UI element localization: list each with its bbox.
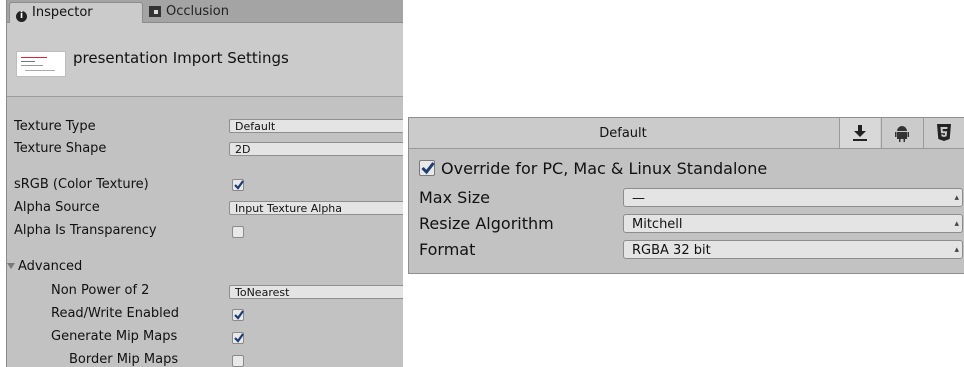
override-checkbox[interactable] bbox=[419, 160, 435, 176]
import-settings-header: presentation Import Settings bbox=[7, 23, 403, 97]
non-power-of-2-dropdown[interactable]: ToNearest bbox=[229, 285, 403, 299]
foldout-arrow-icon bbox=[7, 263, 15, 269]
inspector-tab-bar: i Inspector Occlusion bbox=[7, 0, 403, 23]
override-standalone[interactable]: Override for PC, Mac & Linux Standalone bbox=[419, 159, 767, 178]
alpha-transparency-checkbox[interactable] bbox=[232, 226, 244, 238]
occlusion-icon bbox=[149, 6, 161, 17]
checkmark-icon bbox=[234, 310, 244, 320]
inspector-panel: i Inspector Occlusion presentation Import… bbox=[6, 0, 403, 367]
generate-mip-checkbox[interactable] bbox=[232, 332, 244, 344]
platform-default-tab[interactable]: Default bbox=[409, 126, 837, 141]
alpha-source-dropdown[interactable]: Input Texture Alpha bbox=[229, 201, 403, 215]
page-title: presentation Import Settings bbox=[73, 49, 289, 67]
android-icon bbox=[895, 126, 909, 142]
tab-webgl[interactable] bbox=[923, 118, 964, 148]
download-icon bbox=[853, 125, 867, 141]
texture-type-dropdown[interactable]: Default bbox=[229, 119, 403, 133]
max-size-dropdown[interactable]: — ▴ bbox=[623, 188, 963, 207]
border-mip-label: Border Mip Maps bbox=[69, 352, 179, 367]
format-value: RGBA 32 bit bbox=[632, 243, 711, 258]
max-size-value: — bbox=[632, 191, 645, 206]
checkmark-icon bbox=[421, 162, 435, 175]
resize-algorithm-value: Mitchell bbox=[632, 217, 683, 232]
platform-tab-bar: Default bbox=[409, 118, 964, 149]
updown-arrows-icon: ▴ bbox=[954, 193, 959, 203]
resize-algorithm-dropdown[interactable]: Mitchell ▴ bbox=[623, 214, 963, 233]
tab-inspector[interactable]: i Inspector bbox=[9, 2, 143, 23]
tab-standalone[interactable] bbox=[839, 118, 880, 148]
platform-settings-panel: Default Override for PC, Mac & Linux Sta… bbox=[408, 117, 964, 274]
read-write-label: Read/Write Enabled bbox=[51, 306, 180, 321]
border-mip-checkbox[interactable] bbox=[232, 355, 244, 367]
alpha-source-label: Alpha Source bbox=[14, 200, 100, 215]
texture-thumbnail bbox=[16, 51, 66, 77]
import-properties: Texture Type Default Texture Shape 2D sR… bbox=[7, 97, 403, 367]
max-size-label: Max Size bbox=[419, 188, 491, 207]
updown-arrows-icon: ▴ bbox=[954, 219, 959, 229]
checkmark-icon bbox=[234, 180, 244, 190]
tab-inspector-label: Inspector bbox=[32, 5, 93, 20]
override-label: Override for PC, Mac & Linux Standalone bbox=[441, 159, 768, 178]
srgb-checkbox[interactable] bbox=[232, 179, 244, 191]
texture-type-label: Texture Type bbox=[14, 119, 96, 134]
info-icon: i bbox=[16, 11, 27, 22]
generate-mip-label: Generate Mip Maps bbox=[51, 329, 178, 344]
resize-algorithm-label: Resize Algorithm bbox=[419, 214, 554, 233]
srgb-label: sRGB (Color Texture) bbox=[14, 177, 149, 192]
tab-occlusion-label: Occlusion bbox=[166, 4, 229, 19]
read-write-checkbox[interactable] bbox=[232, 309, 244, 321]
format-dropdown[interactable]: RGBA 32 bit ▴ bbox=[623, 240, 963, 259]
non-power-of-2-label: Non Power of 2 bbox=[51, 283, 150, 298]
html5-icon bbox=[937, 124, 951, 141]
texture-shape-label: Texture Shape bbox=[14, 141, 107, 156]
tab-android[interactable] bbox=[881, 118, 922, 148]
checkmark-icon bbox=[234, 333, 244, 343]
texture-shape-dropdown[interactable]: 2D bbox=[229, 142, 403, 156]
alpha-transparency-label: Alpha Is Transparency bbox=[14, 223, 157, 238]
format-label: Format bbox=[419, 240, 476, 259]
advanced-foldout[interactable]: Advanced bbox=[7, 259, 82, 274]
updown-arrows-icon: ▴ bbox=[954, 245, 959, 255]
advanced-label: Advanced bbox=[18, 259, 83, 274]
tab-occlusion[interactable]: Occlusion bbox=[143, 2, 289, 22]
